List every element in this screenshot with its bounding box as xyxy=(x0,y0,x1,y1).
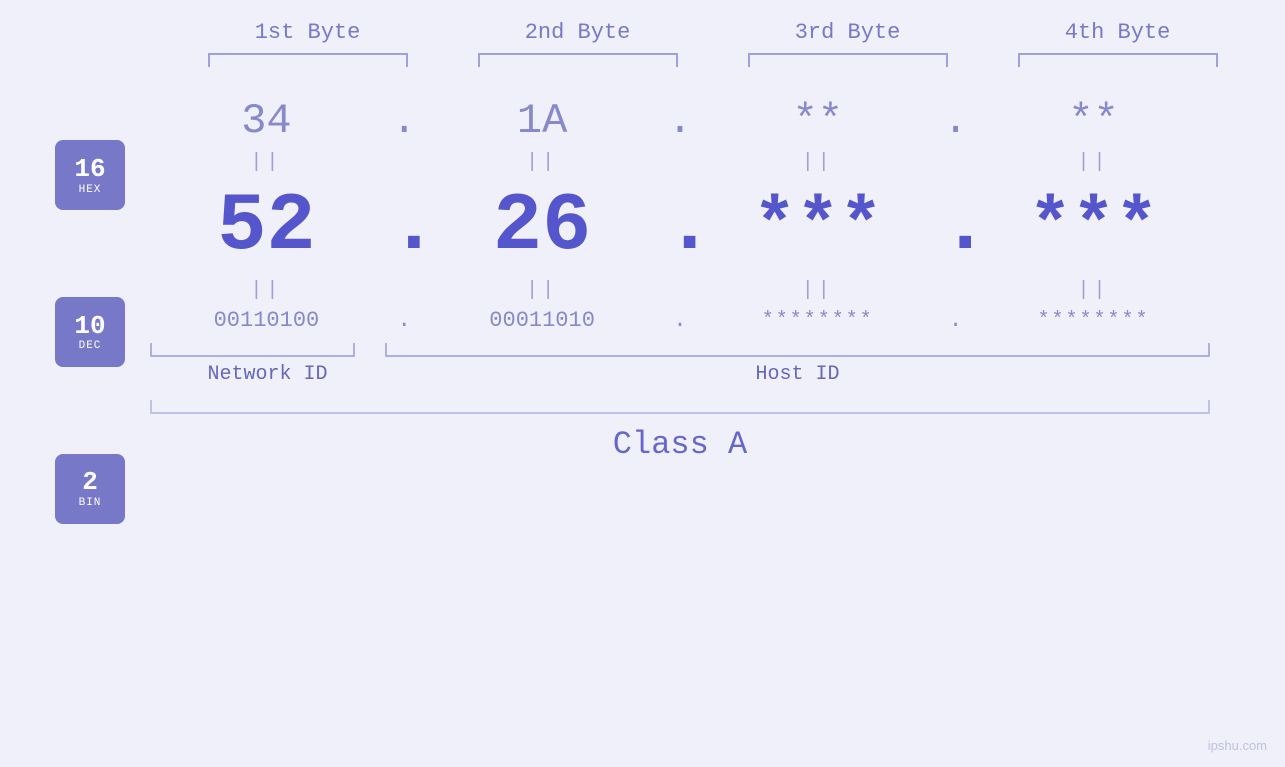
dec-row: 52 . 26 . *** . *** xyxy=(140,180,1220,273)
eq2: || xyxy=(432,151,652,174)
hex-badge: 16 HEX xyxy=(55,140,125,210)
class-bracket-line xyxy=(150,400,1210,414)
bin-dot1: . xyxy=(389,308,419,333)
hex-dot3: . xyxy=(941,97,971,145)
bin-row: 00110100 . 00011010 . ******** . *******… xyxy=(140,308,1220,333)
eq8: || xyxy=(983,279,1203,302)
equals-row-1: || || || || xyxy=(140,147,1220,178)
bin-dot2: . xyxy=(665,308,695,333)
network-bracket xyxy=(150,343,355,357)
top-brackets xyxy=(173,53,1253,67)
bracket-1 xyxy=(208,53,408,67)
eq6: || xyxy=(432,279,652,302)
class-label: Class A xyxy=(140,426,1220,463)
hex-byte2: 1A xyxy=(432,97,652,145)
bin-dot3: . xyxy=(941,308,971,333)
footer-text: ipshu.com xyxy=(1208,738,1267,753)
hex-dot2: . xyxy=(665,97,695,145)
eq1: || xyxy=(156,151,376,174)
dec-byte4: *** xyxy=(983,186,1203,268)
bin-byte1: 00110100 xyxy=(156,308,376,333)
byte-label-1: 1st Byte xyxy=(198,20,418,45)
dec-dot1: . xyxy=(389,186,419,268)
hex-byte1: 34 xyxy=(156,97,376,145)
byte-headers: 1st Byte 2nd Byte 3rd Byte 4th Byte xyxy=(173,20,1253,45)
bracket-3 xyxy=(748,53,948,67)
bin-badge: 2 BIN xyxy=(55,454,125,524)
data-rows: 34 . 1A . ** . ** || || || || 52 xyxy=(140,97,1220,463)
byte-label-2: 2nd Byte xyxy=(468,20,688,45)
eq4: || xyxy=(983,151,1203,174)
hex-byte4: ** xyxy=(983,97,1203,145)
dec-byte3: *** xyxy=(708,186,928,268)
bin-byte3: ******** xyxy=(708,309,928,332)
host-bracket xyxy=(385,343,1210,357)
bracket-4 xyxy=(1018,53,1218,67)
bin-byte2: 00011010 xyxy=(432,308,652,333)
byte-label-3: 3rd Byte xyxy=(738,20,958,45)
hex-byte3: ** xyxy=(708,97,928,145)
dec-dot2: . xyxy=(665,186,695,268)
hex-row: 34 . 1A . ** . ** xyxy=(140,97,1220,145)
bin-byte4: ******** xyxy=(983,309,1203,332)
content-area: 16 HEX 10 DEC 2 BIN 34 . 1A . ** . ** xyxy=(0,97,1285,567)
bracket-2 xyxy=(478,53,678,67)
host-id-label: Host ID xyxy=(385,363,1210,386)
equals-row-2: || || || || xyxy=(140,275,1220,306)
dec-byte1: 52 xyxy=(156,180,376,273)
dec-byte2: 26 xyxy=(432,180,652,273)
dec-dot3: . xyxy=(941,186,971,268)
id-labels: Network ID Host ID xyxy=(140,363,1220,386)
byte-label-4: 4th Byte xyxy=(1008,20,1228,45)
eq7: || xyxy=(708,279,928,302)
eq5: || xyxy=(156,279,376,302)
bottom-brackets xyxy=(140,343,1220,357)
main-container: 1st Byte 2nd Byte 3rd Byte 4th Byte 16 H… xyxy=(0,0,1285,767)
hex-dot1: . xyxy=(389,97,419,145)
class-bracket xyxy=(150,400,1210,414)
badges-column: 16 HEX 10 DEC 2 BIN xyxy=(0,97,140,567)
network-id-label: Network ID xyxy=(150,363,385,386)
dec-badge: 10 DEC xyxy=(55,297,125,367)
eq3: || xyxy=(708,151,928,174)
